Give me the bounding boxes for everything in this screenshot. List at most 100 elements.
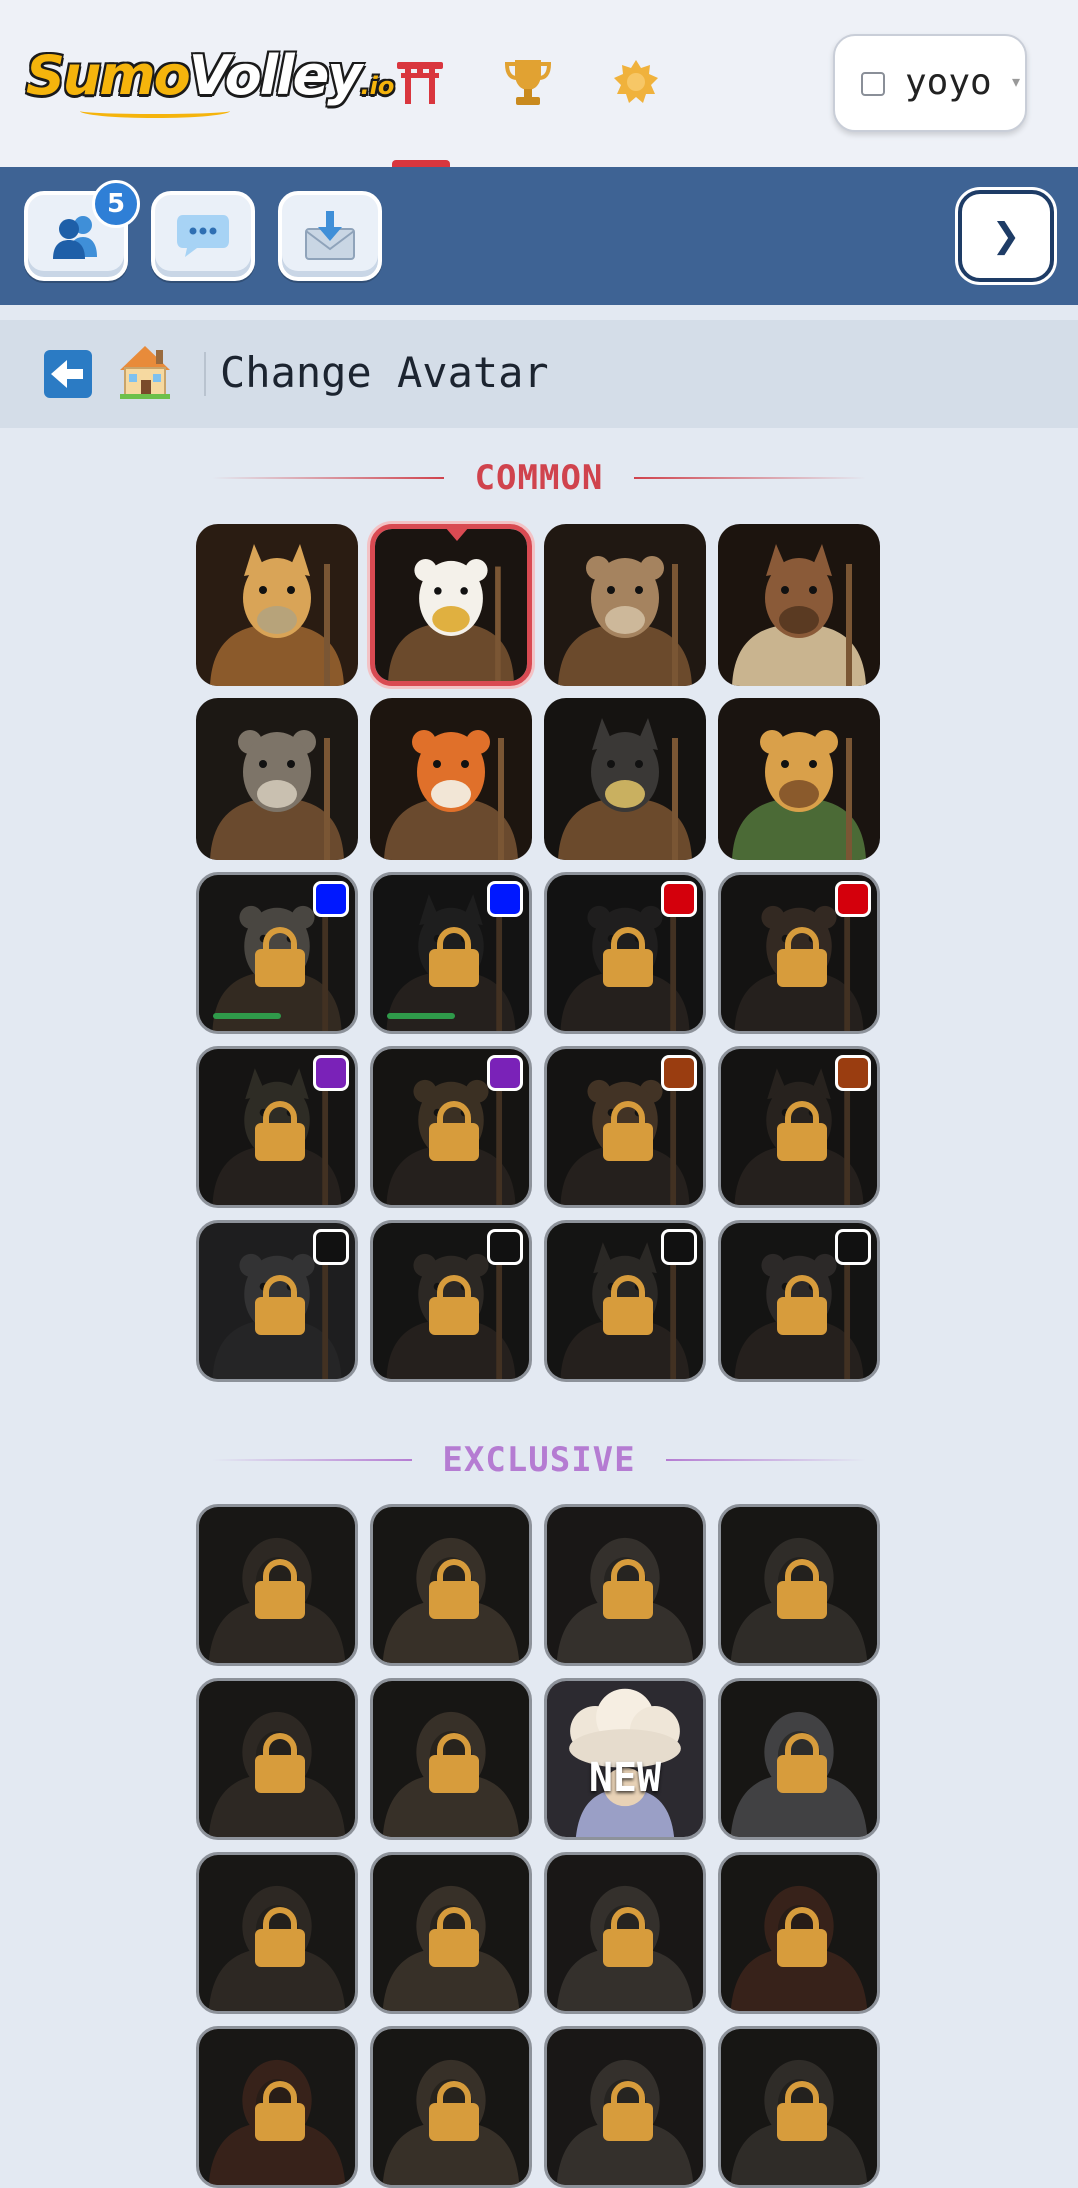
torii-gate-icon bbox=[397, 62, 443, 104]
lock-icon bbox=[255, 1559, 305, 1619]
breadcrumb: Change Avatar bbox=[0, 320, 1078, 428]
avatar-tile-treant[interactable] bbox=[196, 1504, 358, 1666]
arrow-left-icon bbox=[51, 360, 83, 388]
avatar-tile-pot-creature[interactable] bbox=[370, 1504, 532, 1666]
avatar-tile-goat[interactable] bbox=[370, 1220, 532, 1382]
avatar-tile-turtle[interactable] bbox=[196, 1046, 358, 1208]
unlock-progress-bar bbox=[213, 1013, 281, 1019]
lock-icon bbox=[429, 1733, 479, 1793]
lock-icon bbox=[255, 1275, 305, 1335]
trophy-icon bbox=[505, 60, 551, 105]
rarity-badge bbox=[661, 1229, 697, 1265]
avatar-tile-bear[interactable] bbox=[718, 872, 880, 1034]
user-checkbox[interactable] bbox=[861, 72, 885, 96]
chat-button[interactable] bbox=[151, 191, 255, 281]
nav-trophy-button[interactable] bbox=[500, 54, 556, 110]
nav-torii-button[interactable] bbox=[392, 54, 448, 110]
lock-icon bbox=[777, 927, 827, 987]
avatar-tile-polar-bear[interactable] bbox=[196, 1220, 358, 1382]
lock-icon bbox=[777, 1559, 827, 1619]
common-section-title: COMMON bbox=[474, 458, 604, 498]
avatar-tile-rock-golem[interactable] bbox=[370, 1678, 532, 1840]
lock-icon bbox=[603, 1101, 653, 1161]
selected-indicator bbox=[445, 529, 469, 541]
chat-icon bbox=[177, 215, 229, 257]
avatar-tile-crystal-mage[interactable] bbox=[196, 1678, 358, 1840]
friends-notification-badge: 5 bbox=[92, 180, 140, 228]
avatar-tile-hooded-ghost[interactable] bbox=[718, 1678, 880, 1840]
lock-icon bbox=[777, 1733, 827, 1793]
avatar-tile-leopard[interactable] bbox=[718, 698, 880, 860]
avatar-tile-cloud-spirit[interactable]: NEW bbox=[544, 1678, 706, 1840]
top-header: SumoVolley.io yoyo ▾ bbox=[0, 0, 1078, 167]
rarity-badge bbox=[661, 881, 697, 917]
avatar-tile-tiger[interactable] bbox=[544, 1046, 706, 1208]
inbox-button[interactable] bbox=[278, 191, 382, 281]
friends-icon bbox=[53, 216, 97, 259]
lock-icon bbox=[429, 2081, 479, 2141]
common-avatar-grid bbox=[196, 524, 880, 1382]
avatar-tile-stone-elder[interactable] bbox=[544, 2026, 706, 2188]
avatar-tile-giraffe[interactable] bbox=[196, 524, 358, 686]
unlock-progress-bar bbox=[387, 1013, 455, 1019]
avatar-tile-falcon[interactable] bbox=[544, 524, 706, 686]
avatar-tile-panther[interactable] bbox=[544, 698, 706, 860]
avatar-tile-willow-spirit[interactable] bbox=[370, 1852, 532, 2014]
avatar-tile-crow[interactable] bbox=[370, 872, 532, 1034]
rarity-badge bbox=[313, 881, 349, 917]
avatar-tile-lion[interactable] bbox=[370, 1046, 532, 1208]
lock-icon bbox=[777, 1275, 827, 1335]
avatar-tile-fire-demon[interactable] bbox=[718, 1852, 880, 2014]
avatar-tile-armored-golem[interactable] bbox=[544, 1504, 706, 1666]
avatar-tile-plant-druid[interactable] bbox=[196, 1852, 358, 2014]
avatar-tile-rhino[interactable] bbox=[544, 1220, 706, 1382]
toolbar-next-button[interactable]: ❯ bbox=[958, 190, 1054, 282]
lock-icon bbox=[429, 927, 479, 987]
exclusive-avatar-grid: NEW bbox=[196, 1504, 880, 2188]
logo-text-io: .io bbox=[360, 72, 395, 100]
lock-icon bbox=[777, 1907, 827, 1967]
new-label: NEW bbox=[588, 1755, 662, 1801]
badge-star-icon bbox=[614, 60, 658, 103]
rarity-badge bbox=[661, 1055, 697, 1091]
rarity-badge bbox=[835, 881, 871, 917]
home-icon[interactable] bbox=[118, 344, 172, 400]
logo-text-sumo: Sumo bbox=[26, 44, 191, 107]
username-text: yoyo bbox=[905, 62, 992, 103]
avatar-tile-bison[interactable] bbox=[718, 1046, 880, 1208]
back-button[interactable] bbox=[44, 350, 92, 398]
nav-badge-button[interactable] bbox=[608, 54, 664, 110]
rarity-badge bbox=[313, 1229, 349, 1265]
page-title: Change Avatar bbox=[220, 348, 549, 397]
avatar-tile-wolf[interactable] bbox=[196, 698, 358, 860]
avatar-tile-owl[interactable] bbox=[196, 872, 358, 1034]
avatar-tile-shadow-beast[interactable] bbox=[718, 2026, 880, 2188]
lock-icon bbox=[603, 2081, 653, 2141]
lock-icon bbox=[429, 1559, 479, 1619]
sumovolley-logo[interactable]: SumoVolley.io bbox=[26, 44, 394, 107]
dropdown-caret-icon: ▾ bbox=[1012, 72, 1021, 91]
lock-icon bbox=[255, 2081, 305, 2141]
rarity-badge bbox=[487, 1229, 523, 1265]
common-section-header: COMMON bbox=[212, 458, 866, 498]
lock-icon bbox=[255, 1907, 305, 1967]
avatar-tile-gorilla[interactable] bbox=[544, 872, 706, 1034]
avatar-tile-eagle[interactable] bbox=[370, 524, 532, 686]
rarity-badge bbox=[487, 1055, 523, 1091]
avatar-tile-elephant[interactable] bbox=[718, 1220, 880, 1382]
exclusive-section-header: EXCLUSIVE bbox=[212, 1440, 866, 1480]
avatar-tile-flame-spirit[interactable] bbox=[196, 2026, 358, 2188]
lock-icon bbox=[255, 1733, 305, 1793]
lock-icon bbox=[429, 1275, 479, 1335]
lock-icon bbox=[255, 927, 305, 987]
user-select-dropdown[interactable]: yoyo ▾ bbox=[833, 34, 1027, 132]
avatar-tile-fox[interactable] bbox=[370, 698, 532, 860]
avatar-tile-horse[interactable] bbox=[718, 524, 880, 686]
logo-text-volley: Volley bbox=[188, 44, 363, 107]
nav-active-indicator bbox=[392, 160, 450, 167]
avatar-tile-armored-knight[interactable] bbox=[718, 1504, 880, 1666]
avatar-tile-hooded-rogue[interactable] bbox=[544, 1852, 706, 2014]
avatar-tile-coral-spirit[interactable] bbox=[370, 2026, 532, 2188]
lock-icon bbox=[777, 2081, 827, 2141]
action-toolbar bbox=[0, 167, 1078, 305]
